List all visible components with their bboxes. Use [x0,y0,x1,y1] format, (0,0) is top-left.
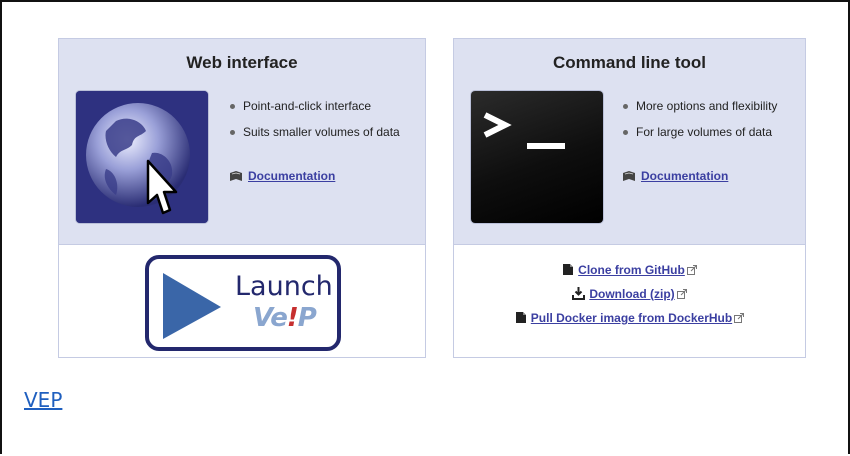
file-icon [563,264,574,275]
terminal-icon [471,91,603,223]
web-documentation-link[interactable]: Documentation [229,169,335,183]
clone-github-label: Clone from GitHub [578,263,685,277]
globe-cursor-icon [76,91,208,223]
command-line-header: Command line tool More options and flexi… [454,39,805,245]
launch-vep-button[interactable]: Launch Ve!P [145,255,341,351]
launch-label: Launch [235,271,333,302]
vep-logo: Ve!P [253,303,317,333]
book-icon [230,171,242,181]
web-interface-panel: Web interface Point-and-click interface … [58,38,426,358]
feature-item: Suits smaller volumes of data [229,125,400,151]
download-zip-link[interactable]: Download (zip) [454,285,805,309]
external-link-icon [676,289,687,299]
web-interface-title: Web interface [186,53,298,72]
external-link-icon [686,265,697,275]
web-documentation-label: Documentation [248,169,336,183]
download-icon [572,287,586,300]
command-line-title: Command line tool [553,53,706,72]
play-icon [163,273,221,339]
docker-pull-link[interactable]: Pull Docker image from DockerHub [454,309,805,333]
command-line-features: More options and flexibility For large v… [622,99,777,151]
download-zip-label: Download (zip) [589,287,675,301]
clone-github-link[interactable]: Clone from GitHub [454,261,805,285]
feature-item: Point-and-click interface [229,99,400,125]
feature-item: More options and flexibility [622,99,777,125]
cli-documentation-label: Documentation [641,169,729,183]
external-link-icon [734,313,745,323]
web-interface-header: Web interface Point-and-click interface … [59,39,425,245]
book-icon [623,171,635,181]
feature-item: For large volumes of data [622,125,777,151]
file-icon [515,312,526,323]
install-links: Clone from GitHub Download (zip) Pull Do… [454,261,805,333]
docker-pull-label: Pull Docker image from DockerHub [530,311,733,325]
vep-link[interactable]: VEP [24,388,62,412]
web-interface-features: Point-and-click interface Suits smaller … [229,99,400,151]
cli-documentation-link[interactable]: Documentation [622,169,728,183]
command-line-panel: Command line tool More options and flexi… [453,38,806,358]
